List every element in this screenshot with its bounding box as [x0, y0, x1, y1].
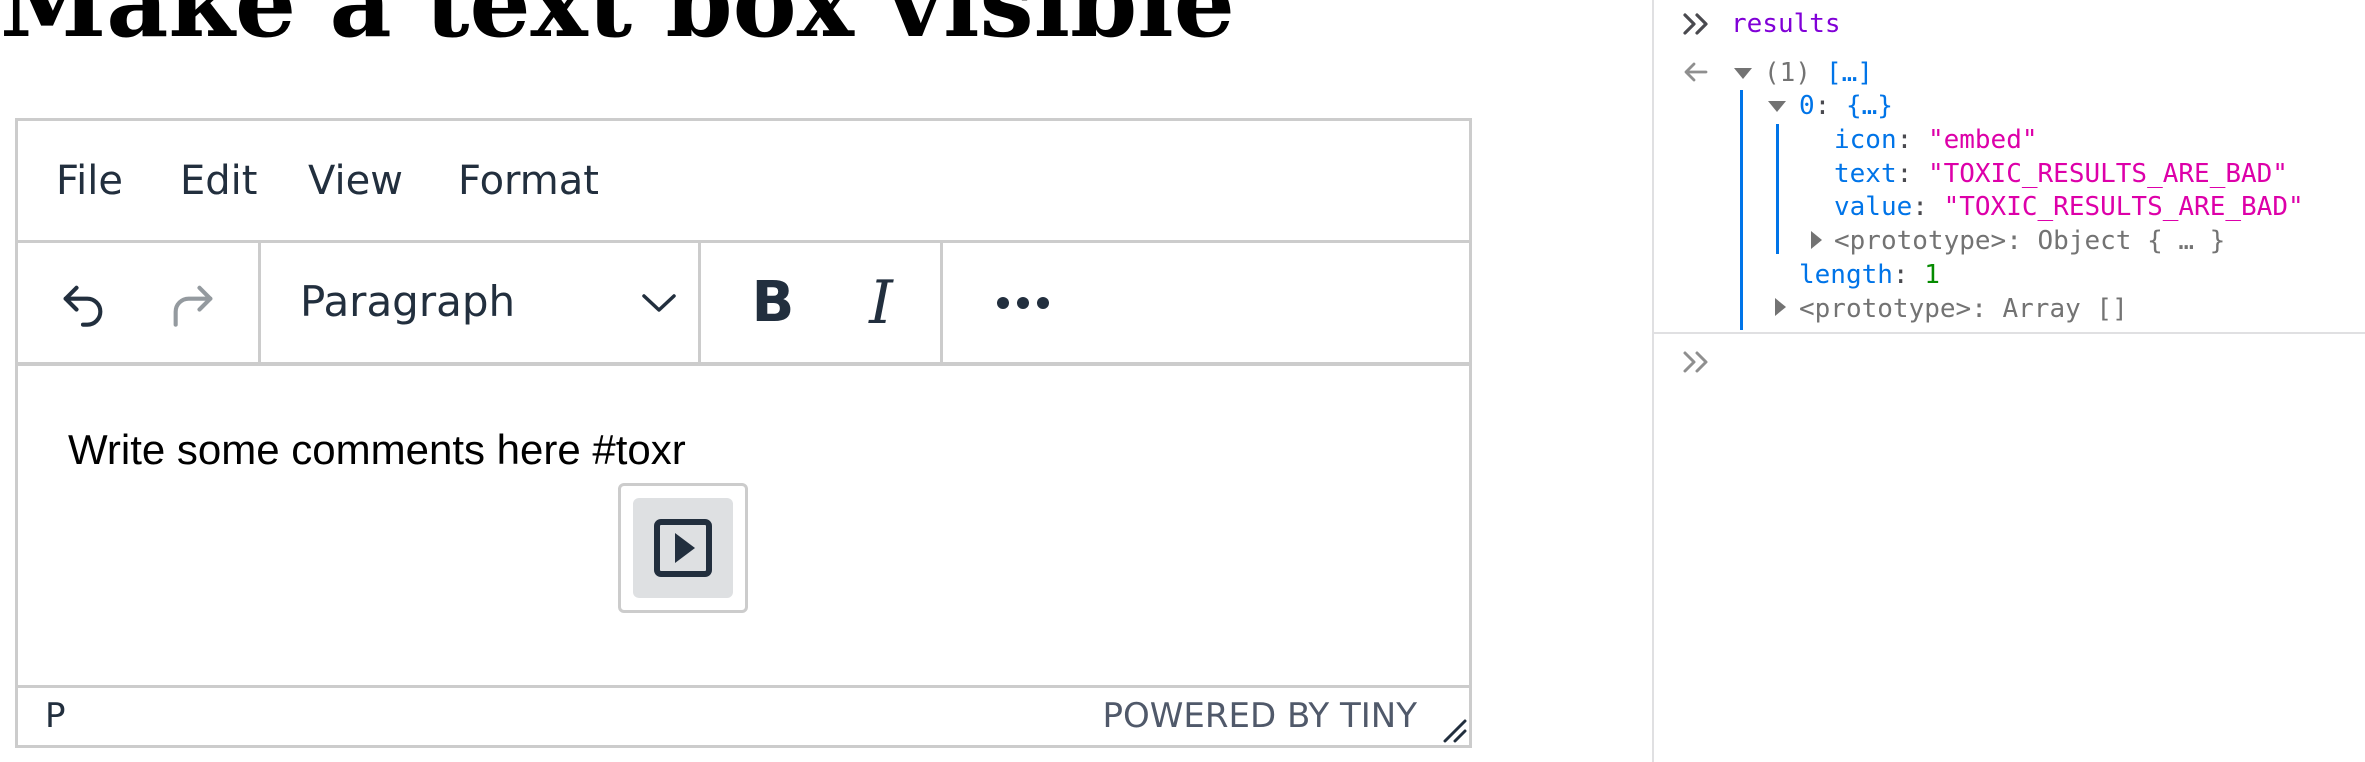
menu-edit[interactable]: Edit	[180, 161, 257, 201]
tree-row-value: value: "TOXIC_RESULTS_ARE_BAD"	[1834, 192, 2304, 222]
redo-icon	[173, 285, 213, 327]
toolbar-separator	[940, 243, 943, 362]
menu-view[interactable]: View	[308, 161, 403, 201]
block-format-label: Paragraph	[300, 277, 516, 326]
undo-icon	[63, 285, 103, 327]
tree-row-array-prototype[interactable]: <prototype>: Array []	[1799, 296, 2128, 322]
bold-button[interactable]: B	[738, 268, 808, 338]
italic-button[interactable]: I	[846, 268, 916, 338]
powered-by-link[interactable]: POWERED BY TINY	[1103, 699, 1418, 733]
tree-guide-line	[1776, 124, 1779, 254]
redo-button[interactable]	[158, 268, 228, 338]
more-icon	[997, 297, 1049, 309]
expand-toggle-icon[interactable]	[1768, 101, 1786, 112]
editor-menubar: File Edit View Format	[18, 121, 1469, 243]
menu-format[interactable]: Format	[458, 161, 599, 201]
block-format-select[interactable]: Paragraph	[268, 243, 708, 362]
tree-row-index[interactable]: 0: {…}	[1799, 93, 1893, 119]
chevron-down-icon	[642, 294, 676, 312]
toolbar-separator	[258, 243, 261, 362]
italic-icon: I	[869, 268, 893, 338]
tree-row-object-prototype[interactable]: <prototype>: Object { … }	[1834, 228, 2225, 254]
tree-row-icon: icon: "embed"	[1834, 125, 2038, 155]
tree-guide-line	[1740, 90, 1743, 330]
bold-icon: B	[751, 270, 795, 335]
autocomplete-popup	[618, 483, 748, 613]
prompt-chevron-icon	[1683, 13, 1708, 35]
menu-file[interactable]: File	[56, 161, 123, 201]
undo-button[interactable]	[48, 268, 118, 338]
expand-toggle-icon[interactable]	[1734, 68, 1752, 79]
rich-text-editor: File Edit View Format Paragraph B I Writ…	[15, 118, 1472, 748]
console-divider	[1654, 332, 2365, 334]
tree-row-text: text: "TOXIC_RESULTS_ARE_BAD"	[1834, 159, 2288, 189]
autocomplete-item[interactable]	[633, 498, 733, 598]
console-command: results	[1731, 9, 1841, 39]
editor-toolbar: Paragraph B I	[18, 243, 1469, 366]
toolbar-separator	[698, 243, 701, 362]
page: Make a text box visible File Edit View F…	[0, 0, 1650, 762]
editor-statusbar: P POWERED BY TINY	[18, 687, 1469, 745]
devtools-console: results (1) […] 0: {…} icon: "embed" tex…	[1652, 0, 2365, 762]
embed-icon	[654, 519, 712, 577]
page-title: Make a text box visible	[0, 0, 1235, 59]
input-prompt-chevron-icon	[1683, 351, 1708, 373]
expand-toggle-icon[interactable]	[1811, 231, 1822, 249]
editor-content[interactable]: Write some comments here #toxr	[18, 366, 1469, 688]
editor-paragraph[interactable]: Write some comments here #toxr	[68, 429, 686, 471]
expand-toggle-icon[interactable]	[1775, 298, 1786, 316]
result-arrow-icon	[1684, 62, 1708, 82]
tree-row-length: length: 1	[1799, 260, 1940, 290]
result-count: (1)	[1764, 58, 1811, 88]
element-path[interactable]: P	[45, 699, 66, 733]
more-button[interactable]	[983, 268, 1063, 338]
resize-handle-icon[interactable]	[1439, 715, 1467, 743]
console-input[interactable]	[1709, 342, 2349, 382]
result-summary[interactable]: […]	[1826, 60, 1873, 86]
